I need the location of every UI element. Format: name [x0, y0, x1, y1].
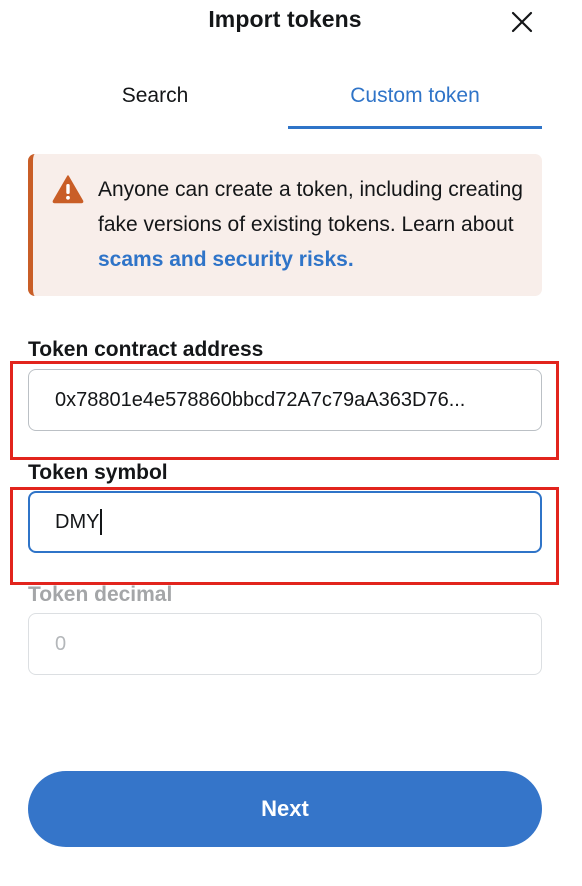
token-decimal-input[interactable]: 0 [28, 613, 542, 675]
tab-search[interactable]: Search [26, 74, 284, 129]
close-icon[interactable] [506, 6, 538, 38]
warning-text: Anyone can create a token, including cre… [98, 172, 538, 277]
tab-bar: Search Custom token [26, 74, 542, 129]
warning-icon [52, 174, 84, 204]
next-button[interactable]: Next [28, 771, 542, 847]
tab-custom-token[interactable]: Custom token [288, 74, 542, 129]
contract-address-label: Token contract address [28, 338, 264, 361]
scams-security-link[interactable]: scams and security risks. [98, 248, 354, 271]
token-decimal-placeholder: 0 [55, 632, 67, 655]
warning-message: Anyone can create a token, including cre… [98, 178, 523, 236]
token-decimal-label: Token decimal [28, 583, 173, 606]
warning-banner: Anyone can create a token, including cre… [28, 154, 542, 296]
highlight-box-symbol [10, 487, 559, 585]
page-title: Import tokens [208, 6, 362, 32]
highlight-box-address [10, 361, 559, 460]
header: Import tokens [0, 0, 582, 48]
token-symbol-label: Token symbol [28, 461, 168, 484]
